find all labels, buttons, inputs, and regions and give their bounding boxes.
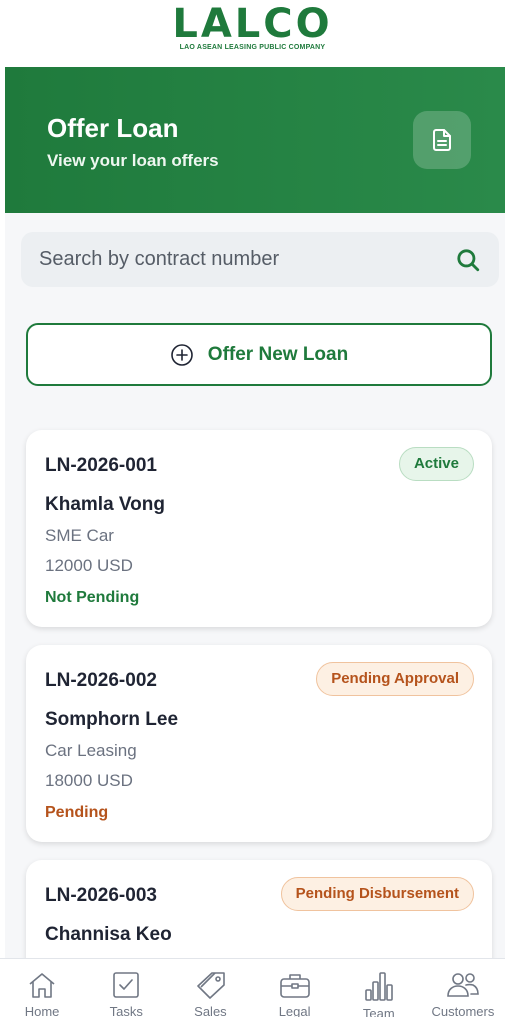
tag-icon [193,971,227,999]
nav-item-tasks[interactable]: Tasks [84,959,168,1017]
search-bar [21,232,499,287]
nav-label-home: Home [24,1004,60,1017]
status-badge: Pending Disbursement [280,877,474,911]
status-badge: Pending Approval [316,662,474,696]
loan-card[interactable]: LN-2026-003 Pending Disbursement Channis… [26,860,492,958]
offer-new-loan-label: Offer New Loan [207,343,349,365]
home-icon [27,971,57,999]
documents-button[interactable] [413,111,471,169]
customer-name: Somphorn Lee [45,709,179,730]
page-title: Offer Loan [47,113,179,143]
contract-number: LN-2026-001 [45,455,157,476]
nav-label-legal: Legal [278,1004,311,1017]
nav-label-customers: Customers [431,1004,495,1017]
users-icon [446,971,480,999]
bottom-navigation: Home Tasks Sales Legal Team Customers [0,958,505,1017]
loan-type: Car Leasing [45,741,137,760]
search-icon[interactable] [455,247,481,273]
nav-item-customers[interactable]: Customers [421,959,505,1017]
contract-number: LN-2026-003 [45,885,157,906]
nav-item-home[interactable]: Home [0,959,84,1017]
nav-item-legal[interactable]: Legal [253,959,337,1017]
content-area: Offer New Loan LN-2026-001 Active Khamla… [5,213,505,958]
customer-name: Khamla Vong [45,494,165,515]
plus-circle-icon [170,343,194,367]
app-logo: LALCO LAO ASEAN LEASING PUBLIC COMPANY [0,0,505,66]
nav-label-team: Team [362,1006,395,1017]
document-icon [430,128,454,152]
logo-wordmark: LALCO [172,1,333,47]
nav-label-tasks: Tasks [109,1004,143,1017]
loan-card[interactable]: LN-2026-002 Pending Approval Somphorn Le… [26,645,492,842]
loan-card[interactable]: LN-2026-001 Active Khamla Vong SME Car 1… [26,430,492,627]
pending-status: Pending [45,804,109,821]
nav-item-team[interactable]: Team [337,959,421,1017]
bar-chart-icon [362,971,396,1001]
checkbox-icon [111,971,141,999]
pending-status: Not Pending [45,589,140,606]
page-header: Offer Loan View your loan offers [5,67,505,213]
customer-name: Channisa Keo [45,924,172,945]
status-badge: Active [398,447,474,481]
loan-amount: 18000 USD [45,771,133,790]
nav-item-sales[interactable]: Sales [168,959,252,1017]
loan-amount: 12000 USD [45,556,133,575]
nav-label-sales: Sales [194,1004,227,1017]
contract-number: LN-2026-002 [45,670,157,691]
loan-type: SME Car [45,526,114,545]
briefcase-icon [278,971,312,999]
page-subtitle: View your loan offers [47,151,219,170]
offer-new-loan-button[interactable]: Offer New Loan [26,323,492,386]
logo-subtitle: LAO ASEAN LEASING PUBLIC COMPANY [179,44,326,51]
search-input[interactable] [39,232,439,287]
